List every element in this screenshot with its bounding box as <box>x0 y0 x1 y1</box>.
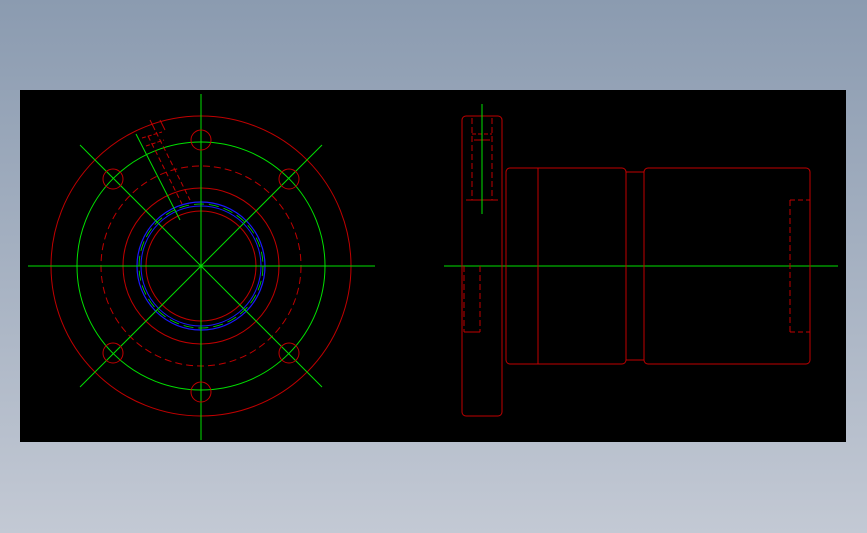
front-view <box>28 94 375 440</box>
cad-drawing-canvas <box>28 94 838 440</box>
side-view <box>444 104 838 417</box>
cad-drawing-viewport[interactable] <box>20 90 846 442</box>
